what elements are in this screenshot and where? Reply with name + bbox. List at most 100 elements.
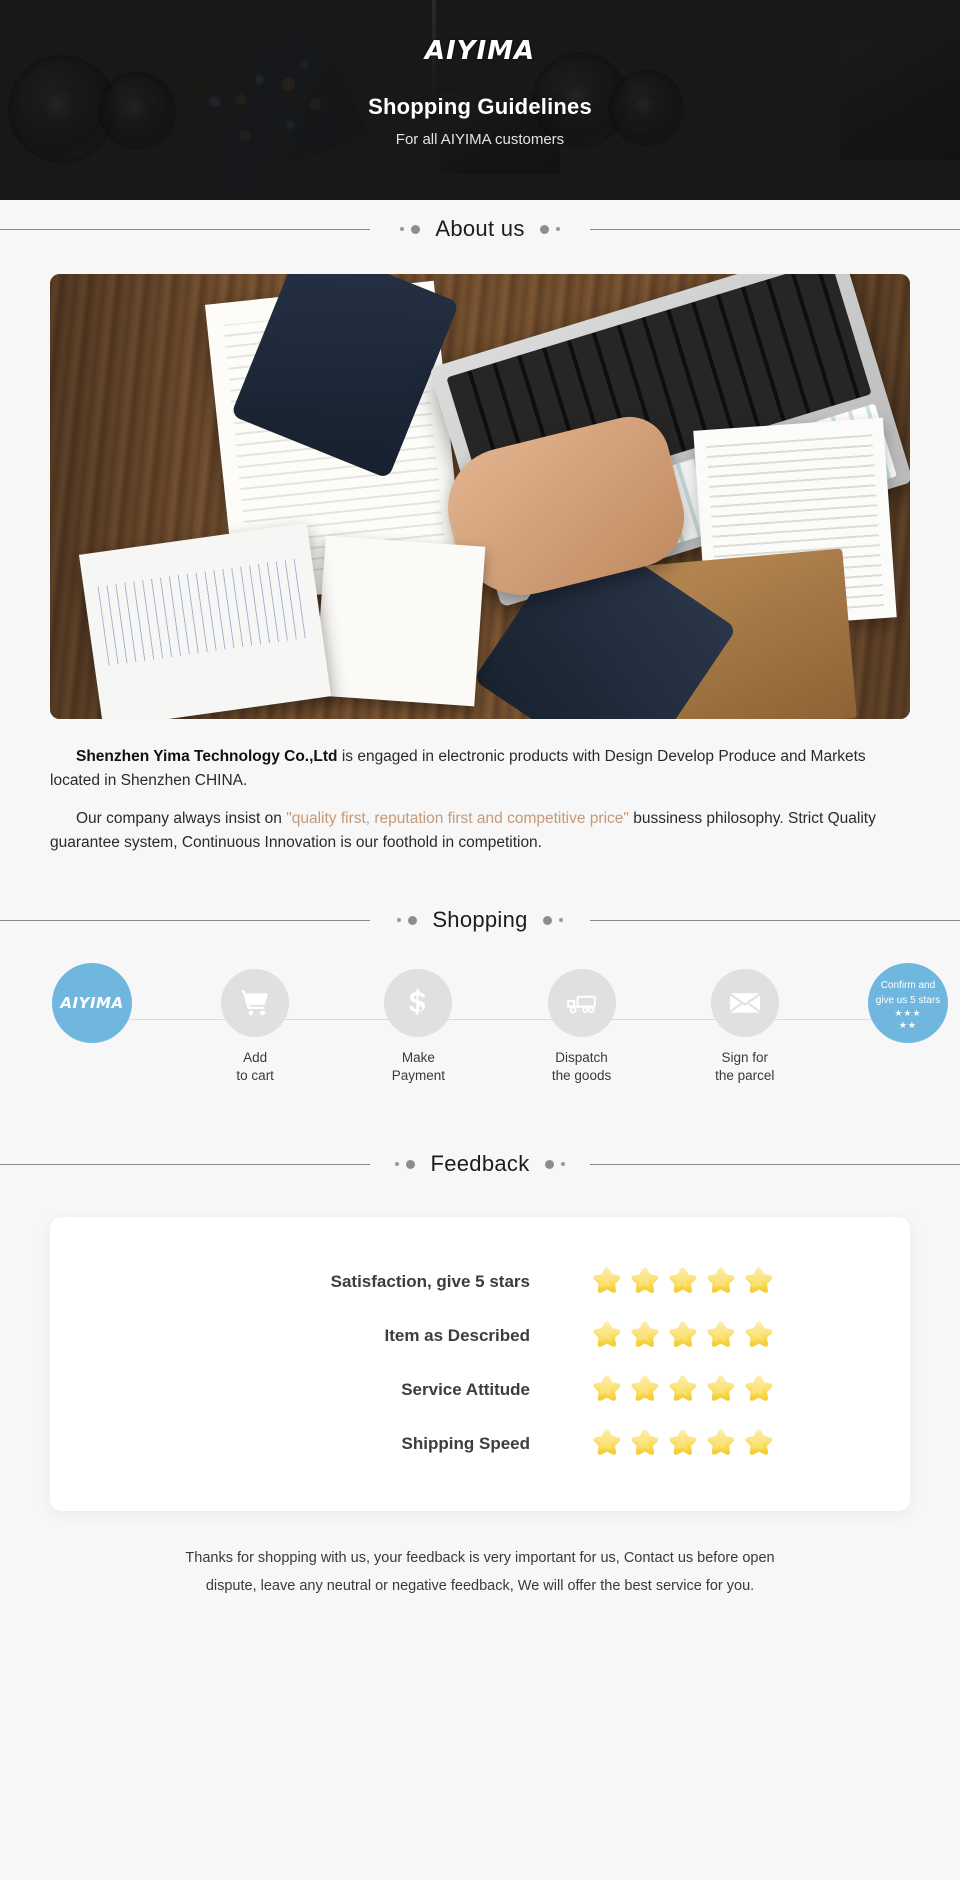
star-icon [707,1375,735,1401]
step-label-line1: Make [401,1050,435,1066]
footer-note: Thanks for shopping with us, your feedba… [50,1545,910,1634]
step-aiyima[interactable]: AIYIMA [42,963,142,1044]
step-make-payment[interactable]: Make Payment [368,969,468,1085]
star-icon [707,1429,735,1455]
about-section: About us Shenzhen Yima Technology Co.,Lt… [0,200,960,855]
feedback-star-rating[interactable] [530,1265,780,1299]
step-label-dispatch-goods: Dispatch the goods [552,1049,611,1085]
star-icon [631,1375,659,1401]
step-label-line2: the parcel [715,1068,775,1084]
star-icon [631,1267,659,1293]
star-icon [593,1375,621,1401]
step-label-line2: Payment [391,1068,446,1084]
small-dot-icon [395,1162,400,1167]
small-dot-icon [400,227,405,231]
shopping-cart-icon [221,969,290,1038]
step-label-line1: Sign for [721,1050,768,1066]
step-label-line2: the goods [551,1068,612,1084]
feedback-label: Satisfaction, give 5 stars [330,1272,530,1292]
footer-line-2: dispute, leave any neutral or negative f… [205,1577,755,1594]
star-icon [669,1321,697,1347]
divider-line-left [0,920,370,922]
star-icon [593,1429,621,1455]
step-dispatch-goods[interactable]: Dispatch the goods [532,969,632,1085]
large-dot-icon [411,224,421,234]
about-paragraph-1: Shenzhen Yima Technology Co.,Ltd is enga… [50,745,910,793]
star-icon [745,1321,773,1347]
divider-line-left [0,1164,370,1166]
divider-line-right [590,1164,960,1166]
star-icon [745,1429,773,1455]
small-dot-icon [555,227,560,231]
feedback-section-header: Feedback [0,1141,960,1187]
feedback-row: Satisfaction, give 5 stars [50,1255,910,1309]
large-dot-icon [542,915,552,925]
confirm-text-line2: give us 5 stars [875,994,941,1006]
step-label-add-to-cart: Add to cart [236,1049,274,1085]
envelope-icon [710,969,779,1038]
philosophy-quote: "quality first, reputation first and com… [286,810,629,828]
star-icon [631,1321,659,1347]
step-confirm-five-stars[interactable]: Confirm and give us 5 stars ★★★ ★★ [858,963,958,1044]
about-hero-image [50,274,910,719]
shopping-section: Shopping AIYIMA Add to cart Make Payment… [0,869,960,1119]
feedback-row: Shipping Speed [50,1417,910,1471]
shopping-steps: AIYIMA Add to cart Make Payment Dispatch… [0,963,960,1119]
large-dot-icon [408,915,418,925]
section-title-feedback: Feedback [430,1151,530,1177]
step-sign-for-parcel[interactable]: Sign for the parcel [695,969,795,1085]
five-stars-icon: Confirm and give us 5 stars ★★★ ★★ [867,963,948,1044]
large-dot-icon [539,224,549,234]
banner-content: AIYIMA Shopping Guidelines For all AIYIM… [0,0,960,200]
banner-title: Shopping Guidelines [368,94,592,119]
star-icon [669,1429,697,1455]
step-label-line2: to cart [236,1068,274,1084]
star-icon [669,1267,697,1293]
star-icon [707,1321,735,1347]
confirm-stars-top: ★★★ [894,1008,922,1019]
dollar-sign-icon [384,969,453,1038]
large-dot-icon [406,1159,416,1169]
step-label-line1: Dispatch [555,1050,608,1066]
company-name: Shenzhen Yima Technology Co.,Ltd [76,748,338,765]
step-label-sign-for-parcel: Sign for the parcel [715,1049,774,1085]
step-add-to-cart[interactable]: Add to cart [205,969,305,1085]
star-icon [745,1375,773,1401]
section-title-about: About us [435,216,525,241]
confirm-stars-bottom: ★★ [898,1020,917,1031]
feedback-star-rating[interactable] [530,1373,780,1407]
chart-report-paper [78,522,332,719]
feedback-card: Satisfaction, give 5 stars Item as Descr… [50,1217,910,1512]
small-dot-icon [397,918,402,923]
large-dot-icon [544,1159,554,1169]
step-label-make-payment: Make Payment [392,1049,445,1085]
feedback-label: Shipping Speed [401,1434,530,1454]
aiyima-logo: AIYIMA [424,36,536,66]
divider-line-right [590,229,960,230]
about-section-header: About us [0,206,960,252]
small-dot-icon [558,918,563,923]
about-text-block: Shenzhen Yima Technology Co.,Ltd is enga… [50,745,910,855]
about-paragraph-2: Our company always insist on "quality fi… [50,807,910,855]
star-icon [593,1321,621,1347]
hero-banner: AIYIMA Shopping Guidelines For all AIYIM… [0,0,960,200]
shopping-section-header: Shopping [0,897,960,943]
feedback-star-rating[interactable] [530,1427,780,1461]
feedback-row: Service Attitude [50,1363,910,1417]
footer-line-1: Thanks for shopping with us, your feedba… [185,1550,775,1567]
star-icon [669,1375,697,1401]
star-icon [631,1429,659,1455]
banner-subtitle: For all AIYIMA customers [395,131,565,148]
feedback-row: Item as Described [50,1309,910,1363]
star-icon [745,1267,773,1293]
feedback-star-rating[interactable] [530,1319,780,1353]
small-dot-icon [560,1162,565,1167]
delivery-truck-icon [547,969,616,1038]
star-icon [707,1267,735,1293]
star-icon [593,1267,621,1293]
section-title-shopping: Shopping [432,907,528,933]
divider-line-left [0,229,370,230]
divider-line-right [590,920,960,922]
invoice-paper [314,535,486,707]
about-paragraph-2-start: Our company always insist on [76,810,287,828]
